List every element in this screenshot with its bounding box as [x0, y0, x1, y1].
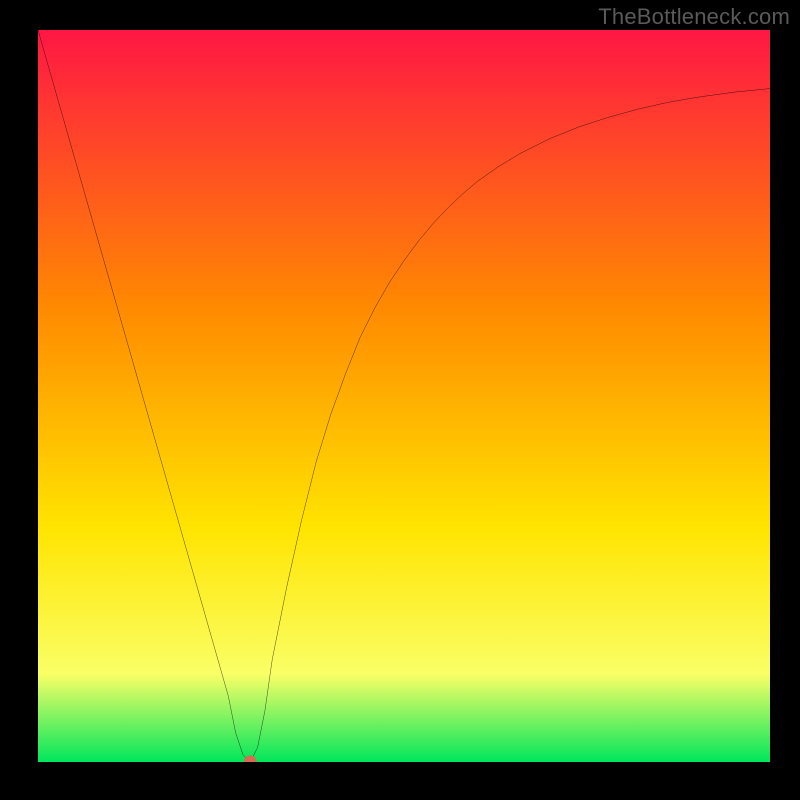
watermark-text: TheBottleneck.com — [598, 4, 790, 30]
plot-area — [35, 30, 770, 765]
chart-frame: { "watermark": "TheBottleneck.com", "cha… — [0, 0, 800, 800]
gradient-background — [38, 30, 770, 762]
bottleneck-curve-chart — [38, 30, 770, 762]
